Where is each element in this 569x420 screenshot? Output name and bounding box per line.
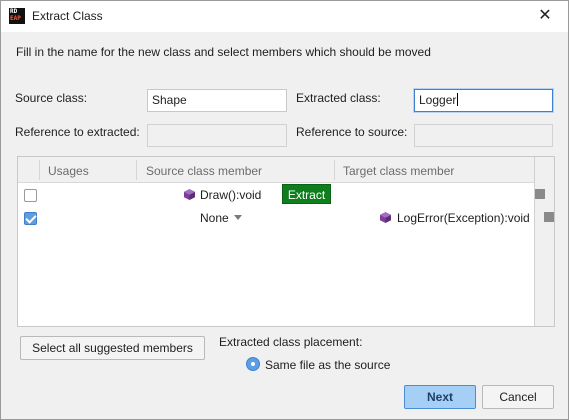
app-icon-text-bottom: EAP [10, 15, 21, 22]
rider-app-icon: RD EAP [9, 8, 25, 24]
extracted-class-label: Extracted class: [296, 91, 381, 105]
reference-to-source-field[interactable] [414, 124, 553, 147]
members-grid: Usages Source class member Target class … [17, 156, 555, 327]
column-separator [39, 160, 40, 180]
source-class-value: Shape [152, 93, 187, 107]
window-title: Extract Class [32, 9, 103, 23]
row-marker-icon[interactable] [535, 189, 545, 199]
source-member-dropdown[interactable]: None [200, 211, 242, 225]
extract-button[interactable]: Extract [282, 184, 331, 204]
source-class-label: Source class: [15, 91, 88, 105]
placement-radio-same-file[interactable] [246, 357, 260, 371]
placement-option-label[interactable]: Same file as the source [265, 358, 390, 372]
close-icon[interactable]: ✕ [533, 5, 557, 27]
column-separator [334, 160, 335, 180]
extract-class-dialog: RD EAP Extract Class ✕ Fill in the name … [0, 0, 569, 420]
column-separator [136, 160, 137, 180]
title-bar: RD EAP Extract Class ✕ [1, 1, 568, 32]
row-checkbox[interactable] [24, 212, 37, 225]
source-member-dropdown-value: None [200, 211, 229, 225]
placement-label: Extracted class placement: [219, 335, 363, 349]
next-button[interactable]: Next [404, 385, 476, 409]
reference-to-extracted-field[interactable] [147, 124, 287, 147]
reference-to-extracted-label: Reference to extracted: [15, 125, 140, 139]
row-checkbox[interactable] [24, 189, 37, 202]
row-marker-icon[interactable] [544, 212, 554, 222]
cancel-button[interactable]: Cancel [482, 385, 554, 409]
column-header-usages[interactable]: Usages [48, 164, 89, 178]
column-header-source-member[interactable]: Source class member [146, 164, 262, 178]
reference-to-source-label: Reference to source: [296, 125, 408, 139]
app-icon-text-top: RD [10, 8, 18, 15]
source-class-field[interactable]: Shape [147, 89, 287, 112]
extracted-class-field[interactable]: Logger [414, 89, 553, 112]
column-header-target-member[interactable]: Target class member [343, 164, 454, 178]
extracted-class-value: Logger [419, 93, 457, 107]
text-caret [457, 93, 459, 106]
method-cube-icon [184, 189, 195, 200]
grid-header: Usages Source class member Target class … [18, 157, 554, 183]
grid-side-column [534, 157, 554, 326]
method-cube-icon [380, 212, 391, 223]
source-member-name: Draw():void [200, 188, 262, 202]
chevron-down-icon [233, 215, 242, 220]
target-member-name: LogError(Exception):void [397, 211, 530, 225]
select-all-suggested-button[interactable]: Select all suggested members [20, 336, 205, 360]
instruction-text: Fill in the name for the new class and s… [16, 45, 431, 59]
